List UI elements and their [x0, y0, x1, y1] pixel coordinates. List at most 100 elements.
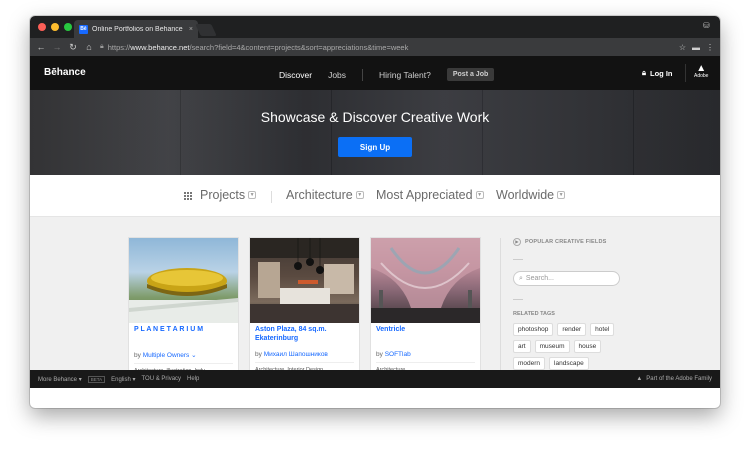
adobe-icon: ▲ [636, 376, 643, 382]
project-owner: by Multiple Owners ⌄ [129, 346, 238, 359]
behance-favicon-icon: Bē [79, 24, 88, 34]
back-icon[interactable]: ← [36, 42, 46, 52]
project-card[interactable]: P L A N E T A R I U M by Multiple Owners… [129, 238, 238, 388]
url-path: /search?field=4&content=projects&sort=ap… [189, 42, 409, 52]
login-label: Log In [650, 68, 673, 78]
adobe-family[interactable]: ▲ Part of the Adobe Family [636, 376, 712, 382]
project-cover-image[interactable] [250, 238, 359, 323]
language-selector[interactable]: English ▾ [111, 376, 135, 383]
tag-house[interactable]: house [573, 340, 602, 353]
bookmark-star-icon[interactable]: ☆ [679, 43, 686, 52]
filter-sort-label: Most Appreciated [376, 188, 473, 202]
reload-icon[interactable]: ↻ [68, 42, 78, 53]
project-title[interactable]: P L A N E T A R I U M [129, 323, 238, 346]
window-controls [38, 23, 72, 31]
adobe-family-label: Part of the Adobe Family [646, 376, 712, 382]
search-placeholder: Search... [525, 275, 554, 282]
url-host: www.behance.net [130, 42, 190, 52]
tag-hotel[interactable]: hotel [590, 323, 615, 336]
filter-projects-label: Projects [200, 188, 246, 202]
beta-badge: BETA [87, 375, 106, 383]
signup-button[interactable]: Sign Up [338, 137, 412, 157]
filter-creative-field[interactable]: Architecture ▼ [286, 188, 364, 202]
divider [513, 299, 523, 300]
lock-icon: 🔒︎ [100, 43, 104, 50]
filter-location[interactable]: Worldwide ▼ [496, 188, 566, 202]
owner-link[interactable]: Михаил Шапошников [264, 351, 328, 358]
project-card[interactable]: Aston Plaza, 84 sq.m. Ekaterinburg by Ми… [250, 238, 359, 388]
project-owner: by SOFTlab [371, 346, 480, 358]
filter-sort[interactable]: Most Appreciated ▼ [376, 188, 484, 202]
url-scheme: https:// [107, 42, 131, 52]
extension-icon[interactable]: ▬ [692, 43, 700, 52]
play-icon: ▶ [513, 238, 521, 246]
sidebar: ▶ POPULAR CREATIVE FIELDS ⌕ Search... RE… [513, 238, 633, 387]
related-tags-heading: RELATED TAGS [513, 311, 555, 317]
project-title[interactable]: Aston Plaza, 84 sq.m. Ekaterinburg [250, 323, 359, 346]
more-behance-menu[interactable]: More Behance ▾ [38, 376, 82, 383]
popular-fields-toggle[interactable]: ▶ POPULAR CREATIVE FIELDS [513, 238, 633, 246]
tab-strip: Bē Online Portfolios on Behance × ⛁ [30, 16, 720, 38]
nav-divider [362, 68, 364, 81]
close-window-button[interactable] [38, 23, 46, 31]
project-card[interactable]: Ventricle by SOFTlab Architecture 👍︎ 495… [371, 238, 480, 388]
by-label: by [134, 352, 141, 359]
results-area: P L A N E T A R I U M by Multiple Owners… [30, 217, 720, 388]
project-owner: by Михаил Шапошников [250, 346, 359, 358]
tou-privacy-link[interactable]: TOU & Privacy [141, 376, 181, 382]
header-divider [685, 64, 686, 82]
hero-title: Showcase & Discover Creative Work [260, 109, 490, 125]
new-tab-button[interactable] [195, 24, 217, 36]
filter-divider [271, 191, 272, 203]
by-label: by [376, 351, 383, 358]
incognito-icon[interactable]: ⛁ [703, 21, 712, 32]
chevron-down-icon: ▼ [248, 191, 257, 199]
chevron-down-icon: ▼ [475, 191, 484, 199]
address-bar[interactable]: 🔒︎ https://www.behance.net/search?field=… [100, 41, 673, 54]
tag-modern[interactable]: modern [513, 357, 546, 370]
menu-kebab-icon[interactable]: ⋮ [706, 43, 714, 52]
behance-logo[interactable]: Bēhance [44, 67, 86, 78]
chevron-down-icon: ▼ [355, 191, 364, 199]
adobe-label: Adobe [694, 73, 709, 79]
tab-title: Online Portfolios on Behance [92, 25, 183, 33]
chevron-down-icon: ▼ [557, 191, 566, 199]
search-input[interactable]: ⌕ Search... [513, 271, 620, 286]
owner-link[interactable]: SOFTlab [385, 351, 411, 358]
tag-museum[interactable]: museum [534, 340, 570, 353]
browser-tab[interactable]: Bē Online Portfolios on Behance × [74, 20, 198, 38]
forward-icon[interactable]: → [52, 42, 62, 52]
login-button[interactable]: 🔒︎ Log In [642, 68, 673, 78]
filter-location-label: Worldwide [496, 188, 555, 202]
nav-hiring-talent[interactable]: Hiring Talent? [379, 70, 431, 80]
browser-toolbar: ← → ↻ ⌂ 🔒︎ https://www.behance.net/searc… [30, 38, 720, 56]
project-cover-image[interactable] [129, 238, 238, 323]
popular-fields-heading: POPULAR CREATIVE FIELDS [525, 239, 607, 245]
tab-close-icon[interactable]: × [189, 26, 193, 33]
divider [513, 259, 523, 260]
project-cover-image[interactable] [371, 238, 480, 323]
owner-link[interactable]: Multiple Owners ⌄ [143, 352, 197, 359]
filter-field-label: Architecture [286, 188, 353, 202]
main-nav: Discover Jobs Hiring Talent? Post a Job [279, 68, 495, 81]
grid-icon [184, 192, 192, 200]
post-job-button[interactable]: Post a Job [446, 68, 495, 81]
nav-discover[interactable]: Discover [279, 70, 312, 80]
lock-icon: 🔒︎ [642, 68, 646, 77]
tag-render[interactable]: render [557, 323, 587, 336]
site-header: Bēhance Discover Jobs Hiring Talent? Pos… [30, 56, 720, 90]
browser-window: Bē Online Portfolios on Behance × ⛁ ← → … [30, 16, 720, 408]
tag-photoshop[interactable]: photoshop [513, 323, 554, 336]
tag-art[interactable]: art [513, 340, 531, 353]
filter-content-type[interactable]: Projects ▼ [200, 188, 257, 202]
nav-jobs[interactable]: Jobs [328, 70, 346, 80]
minimize-window-button[interactable] [51, 23, 59, 31]
search-filters: Projects ▼ Architecture ▼ Most Appreciat… [30, 175, 720, 217]
sidebar-divider [500, 238, 501, 388]
zoom-window-button[interactable] [64, 23, 72, 31]
project-title[interactable]: Ventricle [371, 323, 480, 346]
adobe-logo[interactable]: ▲ Adobe [694, 63, 708, 80]
home-icon[interactable]: ⌂ [84, 42, 94, 52]
help-link[interactable]: Help [187, 376, 199, 382]
tag-landscape[interactable]: landscape [549, 357, 589, 370]
